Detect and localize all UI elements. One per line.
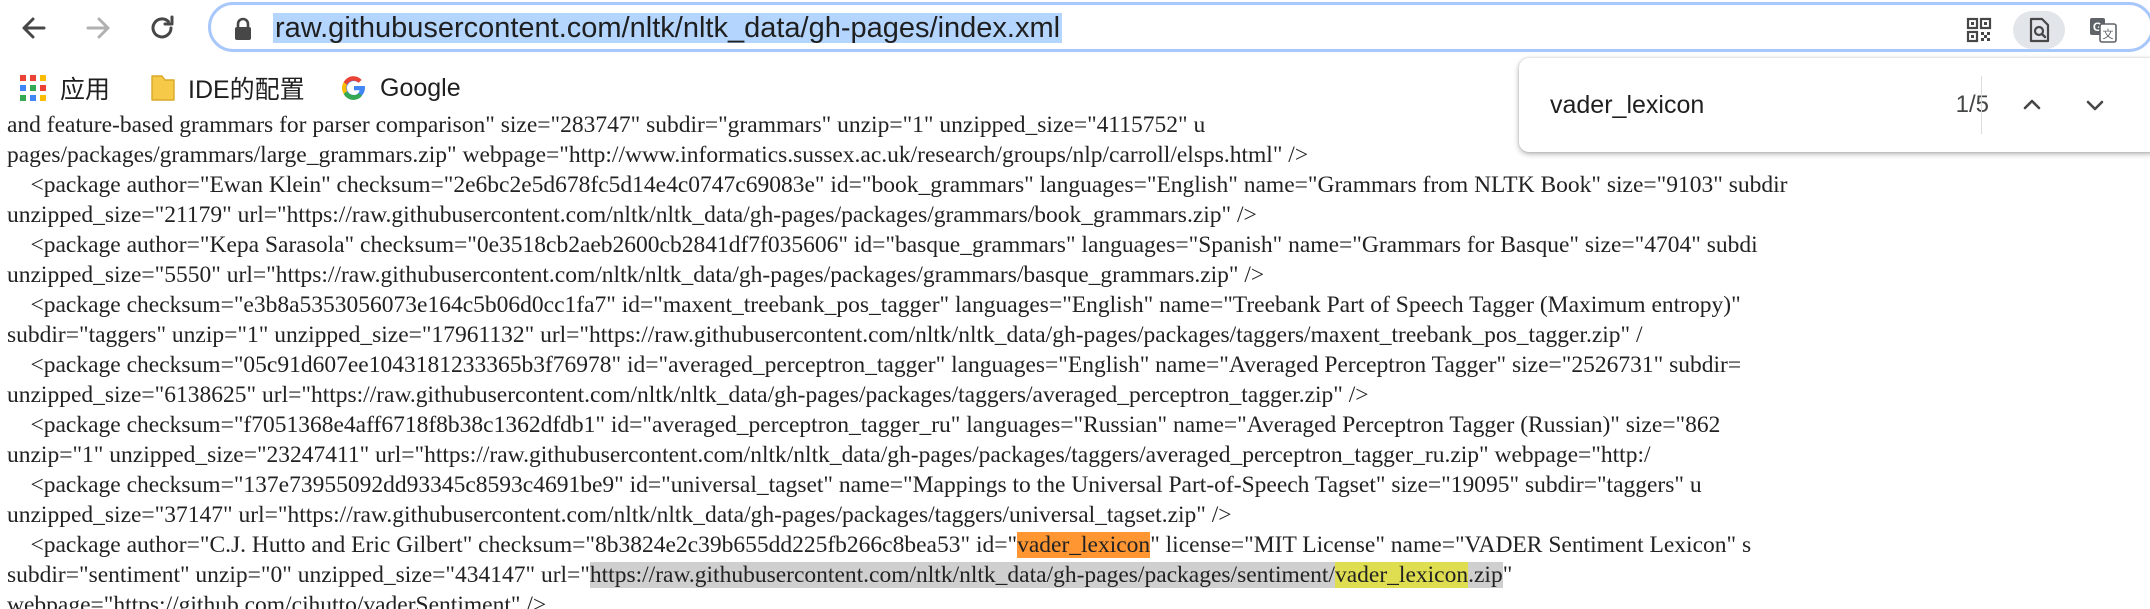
bookmark-label: 应用 [60, 76, 111, 104]
xml-line: <package author="Ewan Klein" checksum="2… [7, 172, 1788, 198]
xml-document: and feature-based grammars for parser co… [0, 110, 2150, 609]
find-match-current: vader_lexicon [1017, 532, 1151, 558]
xml-text: " license="MIT License" name="VADER Sent… [1150, 532, 1752, 558]
xml-line-vader-package: <package author="C.J. Hutto and Eric Gil… [7, 530, 1751, 560]
xml-line: and feature-based grammars for parser co… [7, 112, 1206, 138]
xml-line: unzipped_size="5550" url="https://raw.gi… [7, 262, 1265, 288]
find-separator [1981, 76, 1982, 134]
xml-line: pages/packages/grammars/large_grammars.z… [7, 142, 1309, 168]
qr-code-button[interactable] [1959, 11, 1999, 49]
xml-line: <package checksum="05c91d607ee1043181233… [7, 352, 1742, 378]
xml-line-vader-url: subdir="sentiment" unzip="0" unzipped_si… [7, 560, 1512, 590]
xml-text: " [1502, 562, 1513, 588]
url-text: https://raw.githubusercontent.com/nltk/n… [589, 562, 1335, 588]
xml-line: <package checksum="f7051368e4aff6718f8b3… [7, 412, 1721, 438]
xml-line: <package checksum="137e73955092dd93345c8… [7, 472, 1702, 498]
find-previous-button[interactable] [2011, 84, 2053, 126]
bookmark-apps[interactable]: 应用 [18, 68, 110, 108]
find-bar: 1/5 [1519, 58, 2150, 152]
reload-icon [151, 15, 174, 39]
url-text[interactable]: raw.githubusercontent.com/nltk/nltk_data… [273, 13, 1063, 43]
back-button[interactable] [14, 8, 54, 48]
find-in-page-button[interactable] [2013, 11, 2065, 49]
find-match: vader_lexicon [1335, 562, 1469, 588]
forward-button[interactable] [78, 8, 118, 48]
url-text: .zip [1468, 562, 1503, 588]
bookmark-label: IDE的配置 [188, 76, 305, 104]
apps-grid-icon [20, 75, 46, 101]
xml-line: unzipped_size="21179" url="https://raw.g… [7, 202, 1257, 228]
bookmark-google[interactable]: Google [340, 68, 461, 108]
xml-line: unzipped_size="6138625" url="https://raw… [7, 382, 1369, 408]
find-next-button[interactable] [2074, 84, 2116, 126]
url-link[interactable]: https://raw.githubusercontent.com/nltk/n… [589, 562, 1503, 588]
find-input[interactable] [1550, 88, 1850, 122]
bookmark-label: Google [380, 73, 461, 102]
svg-text:文: 文 [2103, 27, 2114, 41]
find-in-page-icon [2029, 17, 2050, 43]
xml-text: <package author="C.J. Hutto and Eric Gil… [7, 532, 1018, 558]
xml-line: unzip="1" unzipped_size="23247411" url="… [7, 442, 1651, 468]
xml-line: unzipped_size="37147" url="https://raw.g… [7, 502, 1232, 528]
chevron-down-icon [2086, 100, 2104, 111]
address-bar[interactable]: raw.githubusercontent.com/nltk/nltk_data… [208, 2, 2150, 52]
back-arrow-icon [22, 17, 46, 39]
bookmark-ide-config[interactable]: IDE的配置 [150, 68, 305, 108]
translate-button[interactable]: G 文 [2083, 11, 2123, 49]
translate-icon: G 文 [2090, 18, 2117, 43]
xml-text: subdir="sentiment" unzip="0" unzipped_si… [7, 562, 590, 588]
chevron-up-icon [2023, 99, 2041, 110]
folder-icon [151, 75, 175, 101]
xml-line: webpage="https://github.com/cjhutto/vade… [7, 592, 547, 609]
find-match-count: 1/5 [1955, 91, 1989, 118]
xml-line: <package checksum="e3b8a5353056073e164c5… [7, 292, 1741, 318]
qr-code-icon [1966, 17, 1992, 43]
browser-toolbar: raw.githubusercontent.com/nltk/nltk_data… [0, 0, 2150, 56]
lock-icon[interactable] [233, 17, 253, 41]
xml-line: <package author="Kepa Sarasola" checksum… [7, 232, 1758, 258]
xml-line: subdir="taggers" unzip="1" unzipped_size… [7, 322, 1643, 348]
reload-button[interactable] [142, 8, 182, 48]
google-logo-icon [341, 76, 365, 100]
forward-arrow-icon [86, 17, 110, 39]
